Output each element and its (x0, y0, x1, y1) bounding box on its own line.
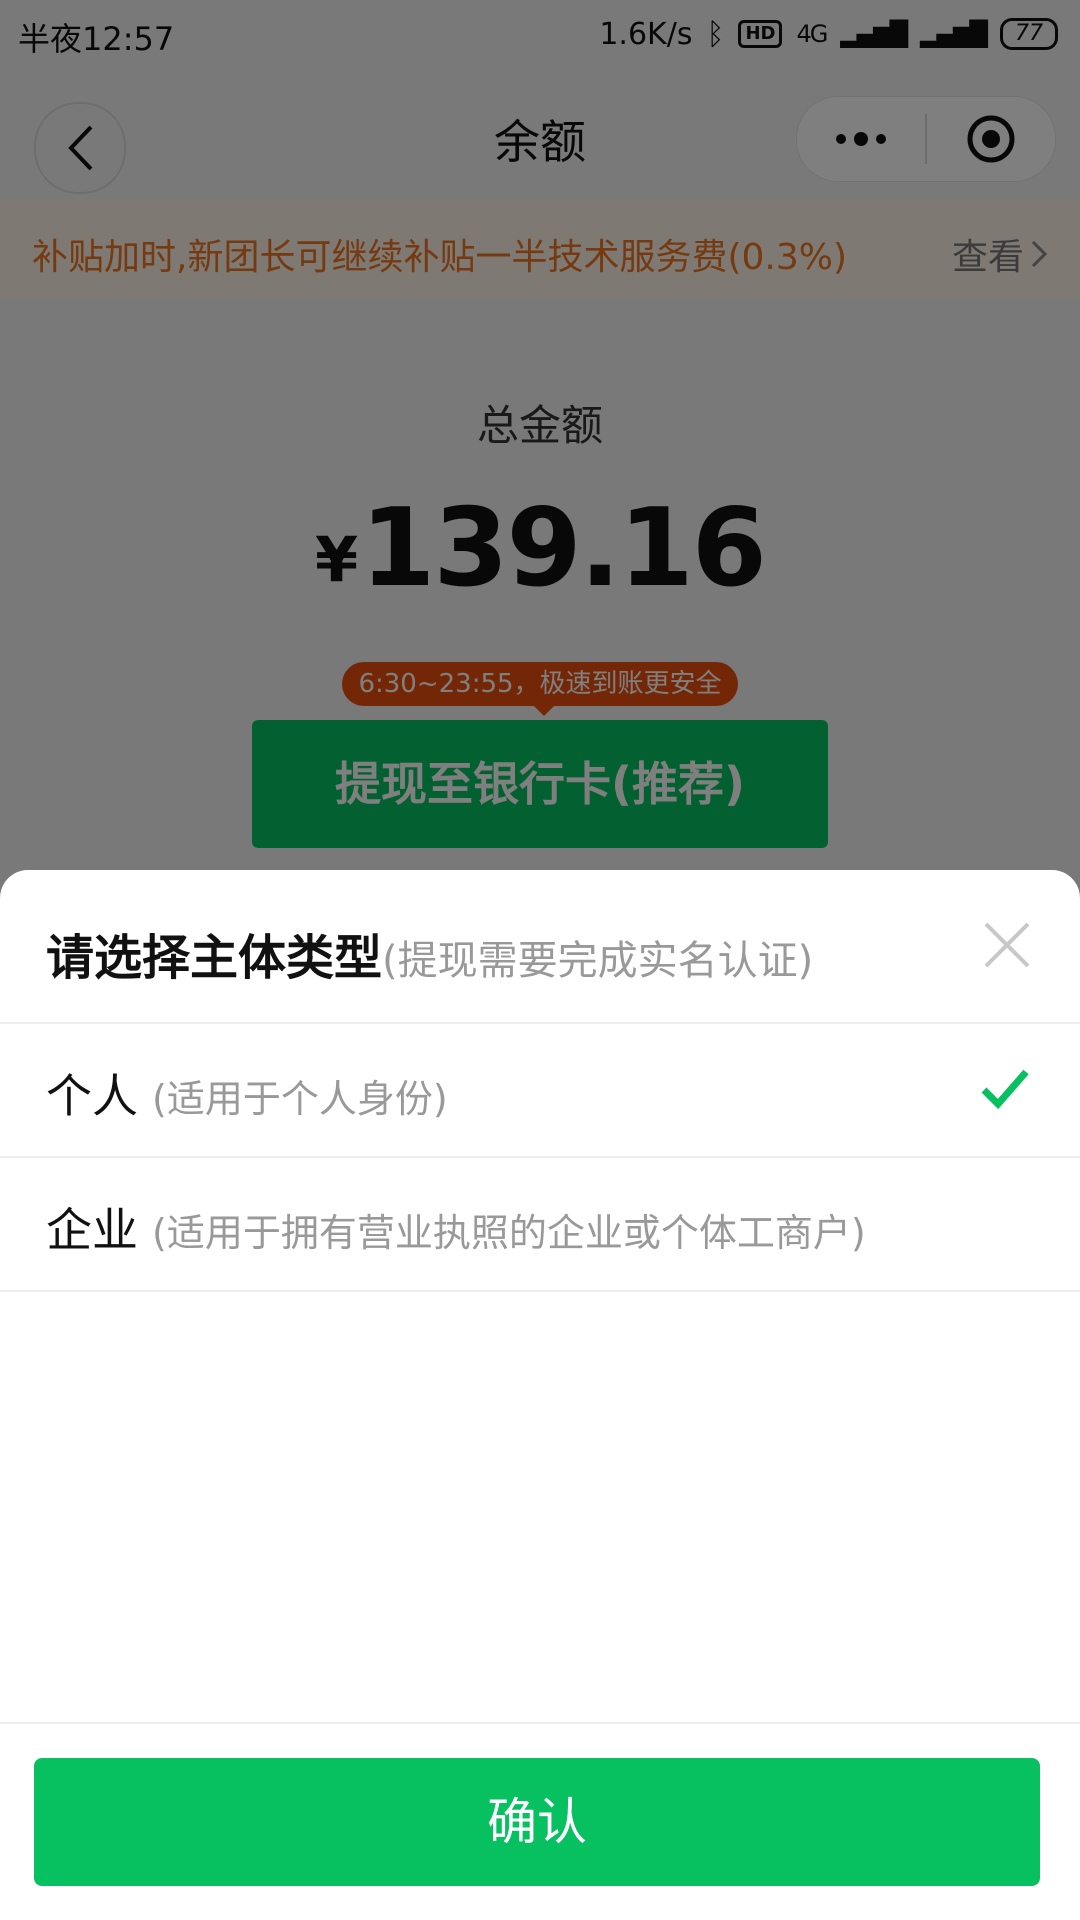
confirm-button[interactable]: 确认 (34, 1758, 1040, 1886)
option-title: 个人 (46, 1069, 138, 1123)
subject-type-sheet: 请选择主体类型(提现需要完成实名认证) 个人 (适用于个人身份) 企业 (适用于拥有… (0, 870, 1080, 1920)
option-title: 企业 (46, 1203, 138, 1257)
option-description: (适用于拥有营业执照的企业或个体工商户) (152, 1211, 866, 1255)
sheet-header: 请选择主体类型(提现需要完成实名认证) (0, 870, 1080, 1024)
close-sheet-button[interactable] (980, 918, 1034, 972)
close-icon (984, 922, 1030, 968)
option-description: (适用于个人身份) (152, 1077, 448, 1121)
footer-divider (0, 1722, 1080, 1724)
check-icon (981, 1069, 1029, 1110)
option-personal[interactable]: 个人 (适用于个人身份) (0, 1022, 1080, 1158)
sheet-title: 请选择主体类型(提现需要完成实名认证) (46, 918, 813, 988)
option-label: 企业 (适用于拥有营业执照的企业或个体工商户) (46, 1194, 866, 1260)
option-enterprise[interactable]: 企业 (适用于拥有营业执照的企业或个体工商户) (0, 1156, 1080, 1292)
sheet-subtitle: (提现需要完成实名认证) (382, 938, 814, 984)
sheet-title-text: 请选择主体类型 (46, 930, 383, 986)
option-label: 个人 (适用于个人身份) (46, 1060, 448, 1126)
